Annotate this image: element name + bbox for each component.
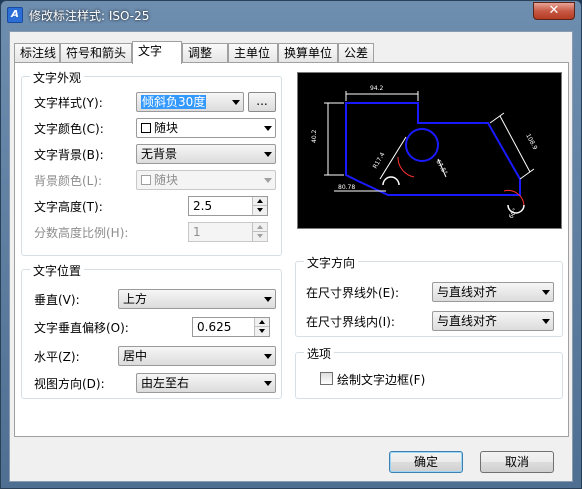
horizontal-value: 居中	[123, 349, 148, 363]
spin-down-icon[interactable]	[255, 327, 269, 336]
background-color-value: 随块	[154, 173, 179, 187]
text-color-select[interactable]: 随块	[136, 118, 276, 138]
tab-text[interactable]: 文字	[132, 41, 182, 64]
fraction-scale-value: 1	[193, 225, 201, 239]
dim-right-label: 108.9	[524, 133, 538, 152]
dim-angle1-label: 67.5°	[434, 159, 448, 177]
fill-color-select[interactable]: 无背景	[136, 144, 276, 164]
view-direction-select[interactable]: 由左至右	[136, 373, 276, 393]
spin-down-icon[interactable]	[253, 206, 267, 215]
dim-left-label: 40.2	[311, 129, 318, 143]
text-placement-title: 文字位置	[30, 262, 85, 279]
dimension-preview-drawing: 94.2 40.2 108.9 R17.4 67.5° 60° 80.78	[311, 85, 539, 220]
tab-symbols-arrows[interactable]: 符号和箭头	[60, 43, 132, 63]
chevron-down-icon	[264, 381, 272, 386]
spin-up-icon	[253, 223, 267, 232]
tab-fit[interactable]: 调整	[182, 43, 228, 63]
chevron-down-icon	[264, 152, 272, 157]
inside-extension-value: 与直线对齐	[437, 314, 498, 328]
outside-extension-value: 与直线对齐	[437, 285, 498, 299]
background-color-select: 随块	[136, 170, 276, 190]
text-color-value: 随块	[154, 121, 179, 135]
view-direction-value: 由左至右	[141, 376, 190, 390]
text-alignment-title: 文字方向	[304, 254, 359, 271]
close-button[interactable]: ✕	[533, 2, 575, 20]
options-group: 选项 绘制文字边框(F)	[295, 345, 563, 399]
vertical-select[interactable]: 上方	[118, 289, 276, 309]
horizontal-label: 水平(Z):	[34, 350, 80, 364]
text-style-label: 文字样式(Y):	[34, 96, 103, 110]
dim-bottom-label: 80.78	[338, 184, 355, 191]
draw-frame-checkbox[interactable]	[320, 372, 333, 385]
text-appearance-title: 文字外观	[30, 69, 85, 86]
fraction-scale-input: 1	[188, 222, 268, 242]
fill-color-value: 无背景	[141, 147, 178, 161]
chevron-down-icon	[232, 100, 240, 105]
spin-up-icon[interactable]	[255, 318, 269, 327]
text-color-label: 文字颜色(C):	[34, 122, 104, 136]
dim-radius-label: R17.4	[372, 151, 387, 170]
spin-down-icon	[253, 232, 267, 241]
horizontal-select[interactable]: 居中	[118, 346, 276, 366]
inside-extension-label: 在尺寸界线内(I):	[306, 315, 395, 329]
vertical-offset-input[interactable]: 0.625	[192, 317, 270, 337]
fill-color-label: 文字背景(B):	[34, 148, 104, 162]
chevron-down-icon	[264, 297, 272, 302]
text-height-label: 文字高度(T):	[34, 200, 103, 214]
dialog-client: 标注线 符号和箭头 文字 调整 主单位 换算单位 公差 文字外观 文字样式(Y)…	[9, 31, 573, 482]
color-swatch-icon	[141, 175, 151, 185]
background-color-label: 背景颜色(L):	[34, 174, 103, 188]
vertical-offset-value: 0.625	[197, 320, 232, 334]
preview-hole	[405, 128, 439, 162]
vertical-offset-label: 文字垂直偏移(O):	[34, 321, 129, 335]
title-bar[interactable]: A 修改标注样式: ISO-25 ✕	[1, 1, 581, 29]
draw-frame-label[interactable]: 绘制文字边框(F)	[337, 371, 425, 388]
tab-alternate-units[interactable]: 换算单位	[278, 43, 338, 63]
app-icon: A	[7, 7, 23, 23]
tab-primary-units[interactable]: 主单位	[228, 43, 278, 63]
chevron-down-icon	[264, 126, 272, 131]
outside-extension-select[interactable]: 与直线对齐	[432, 282, 554, 302]
inside-extension-select[interactable]: 与直线对齐	[432, 311, 554, 331]
text-style-select[interactable]: 倾斜负30度	[136, 92, 244, 112]
preview-panel: 94.2 40.2 108.9 R17.4 67.5° 60° 80.78	[297, 72, 562, 229]
ok-button[interactable]: 确定	[389, 451, 463, 473]
options-title: 选项	[304, 345, 335, 362]
chevron-down-icon	[264, 178, 272, 183]
vertical-label: 垂直(V):	[34, 293, 80, 307]
text-style-value: 倾斜负30度	[141, 95, 207, 109]
chevron-down-icon	[542, 319, 550, 324]
text-height-input[interactable]: 2.5	[188, 196, 268, 216]
window-title: 修改标注样式: ISO-25	[29, 9, 150, 23]
text-height-value: 2.5	[193, 199, 213, 213]
fraction-scale-label: 分数高度比例(H):	[34, 226, 129, 240]
spin-up-icon[interactable]	[253, 197, 267, 206]
tab-lines[interactable]: 标注线	[14, 43, 60, 63]
vertical-value: 上方	[123, 292, 148, 306]
dim-top-label: 94.2	[370, 85, 384, 92]
cancel-button[interactable]: 取消	[480, 451, 554, 473]
color-swatch-icon	[141, 123, 151, 133]
tab-tolerances[interactable]: 公差	[338, 43, 374, 63]
text-style-browse-button[interactable]: ...	[248, 92, 276, 112]
view-direction-label: 视图方向(D):	[34, 377, 105, 391]
preview-shape	[345, 102, 521, 196]
text-placement-group: 文字位置 垂直(V): 上方 文字垂直偏移(O): 0.625 水平(Z): 居…	[21, 262, 282, 399]
chevron-down-icon	[542, 290, 550, 295]
text-alignment-group: 文字方向 在尺寸界线外(E): 与直线对齐 在尺寸界线内(I): 与直线对齐	[295, 254, 563, 337]
outside-extension-label: 在尺寸界线外(E):	[306, 286, 399, 300]
dialog-window: A 修改标注样式: ISO-25 ✕ 标注线 符号和箭头 文字 调整 主单位 换…	[0, 0, 582, 489]
text-appearance-group: 文字外观 文字样式(Y): 倾斜负30度 ... 文字颜色(C): 随块 文字背…	[21, 69, 282, 256]
chevron-down-icon	[264, 354, 272, 359]
text-tab-panel: 文字外观 文字样式(Y): 倾斜负30度 ... 文字颜色(C): 随块 文字背…	[14, 62, 569, 437]
